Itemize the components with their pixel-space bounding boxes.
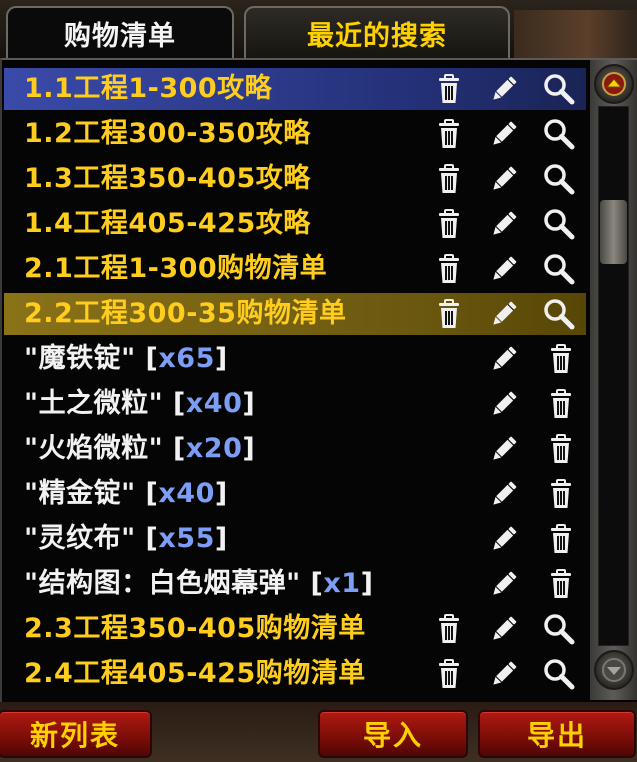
item-name: "土之微粒" — [24, 388, 164, 419]
magnifier-icon[interactable] — [542, 612, 576, 646]
shopping-list: 1.1工程1-300攻略 1.2工程300-350攻略 1.3工程350-405攻略… — [2, 60, 588, 700]
trash-icon[interactable] — [432, 72, 466, 106]
item-quantity: [x1] — [310, 568, 374, 599]
export-button[interactable]: 导出 — [478, 710, 636, 758]
trash-icon[interactable] — [432, 207, 466, 241]
list-row[interactable]: 2.4工程405-425购物清单 — [4, 653, 586, 695]
trash-icon[interactable] — [544, 522, 578, 556]
trash-icon[interactable] — [432, 297, 466, 331]
pencil-icon[interactable] — [487, 522, 521, 556]
item-label: "精金锭" [x40] — [24, 473, 228, 515]
bottom-bar: 新列表 导入 导出 — [0, 702, 637, 762]
pencil-icon[interactable] — [487, 117, 521, 151]
magnifier-icon[interactable] — [542, 297, 576, 331]
item-quantity: [x65] — [145, 343, 228, 374]
pencil-icon[interactable] — [487, 72, 521, 106]
list-row[interactable]: 1.4工程405-425攻略 — [4, 203, 586, 245]
item-name: "火焰微粒" — [24, 433, 164, 464]
list-name: 2.3工程350-405购物清单 — [24, 613, 366, 644]
list-name: 2.2工程300-35购物清单 — [24, 298, 347, 329]
item-quantity: [x40] — [173, 388, 256, 419]
item-row[interactable]: "灵纹布" [x55] — [4, 518, 586, 560]
item-label: "结构图：白色烟幕弹" [x1] — [24, 563, 373, 605]
trash-icon[interactable] — [544, 477, 578, 511]
trash-icon[interactable] — [432, 252, 466, 286]
scrollbar[interactable] — [590, 60, 637, 700]
scroll-down-button[interactable] — [594, 650, 634, 690]
import-button[interactable]: 导入 — [318, 710, 468, 758]
item-label: "灵纹布" [x55] — [24, 518, 228, 560]
trash-icon[interactable] — [544, 342, 578, 376]
tab-shopping-list[interactable]: 购物清单 — [6, 6, 234, 58]
trash-icon[interactable] — [432, 117, 466, 151]
list-name: 1.2工程300-350攻略 — [24, 118, 311, 149]
pencil-icon[interactable] — [487, 387, 521, 421]
tab-recent-searches[interactable]: 最近的搜索 — [244, 6, 510, 58]
list-row[interactable]: 1.1工程1-300攻略 — [4, 68, 586, 110]
list-name: 2.1工程1-300购物清单 — [24, 253, 328, 284]
list-row[interactable]: 2.3工程350-405购物清单 — [4, 608, 586, 650]
magnifier-icon[interactable] — [542, 162, 576, 196]
item-quantity: [x20] — [173, 433, 256, 464]
item-row[interactable]: "火焰微粒" [x20] — [4, 428, 586, 470]
pencil-icon[interactable] — [487, 432, 521, 466]
list-row[interactable]: 1.3工程350-405攻略 — [4, 158, 586, 200]
item-row[interactable]: "土之微粒" [x40] — [4, 383, 586, 425]
item-label: "土之微粒" [x40] — [24, 383, 255, 425]
list-name: 2.4工程405-425购物清单 — [24, 658, 366, 689]
list-row[interactable]: 2.2工程300-35购物清单 — [4, 293, 586, 335]
list-name: 1.1工程1-300攻略 — [24, 73, 273, 104]
pencil-icon[interactable] — [487, 162, 521, 196]
list-name: 1.3工程350-405攻略 — [24, 163, 311, 194]
new-list-button[interactable]: 新列表 — [0, 710, 152, 758]
trash-icon[interactable] — [544, 432, 578, 466]
item-row[interactable]: "结构图：白色烟幕弹" [x1] — [4, 563, 586, 605]
pencil-icon[interactable] — [487, 207, 521, 241]
pencil-icon[interactable] — [487, 252, 521, 286]
scroll-track[interactable] — [598, 106, 629, 646]
pencil-icon[interactable] — [487, 342, 521, 376]
arrow-down-icon — [602, 658, 626, 682]
trash-icon[interactable] — [432, 657, 466, 691]
item-label: "魔铁锭" [x65] — [24, 338, 228, 380]
pencil-icon[interactable] — [487, 612, 521, 646]
magnifier-icon[interactable] — [542, 657, 576, 691]
item-name: "灵纹布" — [24, 523, 136, 554]
item-name: "结构图：白色烟幕弹" — [24, 568, 301, 599]
list-row[interactable]: 1.2工程300-350攻略 — [4, 113, 586, 155]
scroll-thumb[interactable] — [600, 200, 627, 264]
list-frame: 1.1工程1-300攻略 1.2工程300-350攻略 1.3工程350-405攻略… — [0, 58, 637, 702]
tab-bar-background — [514, 10, 637, 58]
item-name: "精金锭" — [24, 478, 136, 509]
magnifier-icon[interactable] — [542, 252, 576, 286]
scroll-up-button[interactable] — [594, 64, 634, 104]
list-name: 1.4工程405-425攻略 — [24, 208, 311, 239]
trash-icon[interactable] — [544, 567, 578, 601]
pencil-icon[interactable] — [487, 477, 521, 511]
pencil-icon[interactable] — [487, 297, 521, 331]
item-name: "魔铁锭" — [24, 343, 136, 374]
magnifier-icon[interactable] — [542, 72, 576, 106]
magnifier-icon[interactable] — [542, 117, 576, 151]
pencil-icon[interactable] — [487, 567, 521, 601]
tab-bar: 购物清单 最近的搜索 — [0, 0, 637, 58]
item-label: "火焰微粒" [x20] — [24, 428, 255, 470]
magnifier-icon[interactable] — [542, 207, 576, 241]
arrow-up-icon — [602, 72, 626, 96]
item-quantity: [x40] — [145, 478, 228, 509]
item-quantity: [x55] — [145, 523, 228, 554]
trash-icon[interactable] — [432, 162, 466, 196]
pencil-icon[interactable] — [487, 657, 521, 691]
trash-icon[interactable] — [544, 387, 578, 421]
trash-icon[interactable] — [432, 612, 466, 646]
item-row[interactable]: "魔铁锭" [x65] — [4, 338, 586, 380]
list-row[interactable]: 2.1工程1-300购物清单 — [4, 248, 586, 290]
item-row[interactable]: "精金锭" [x40] — [4, 473, 586, 515]
